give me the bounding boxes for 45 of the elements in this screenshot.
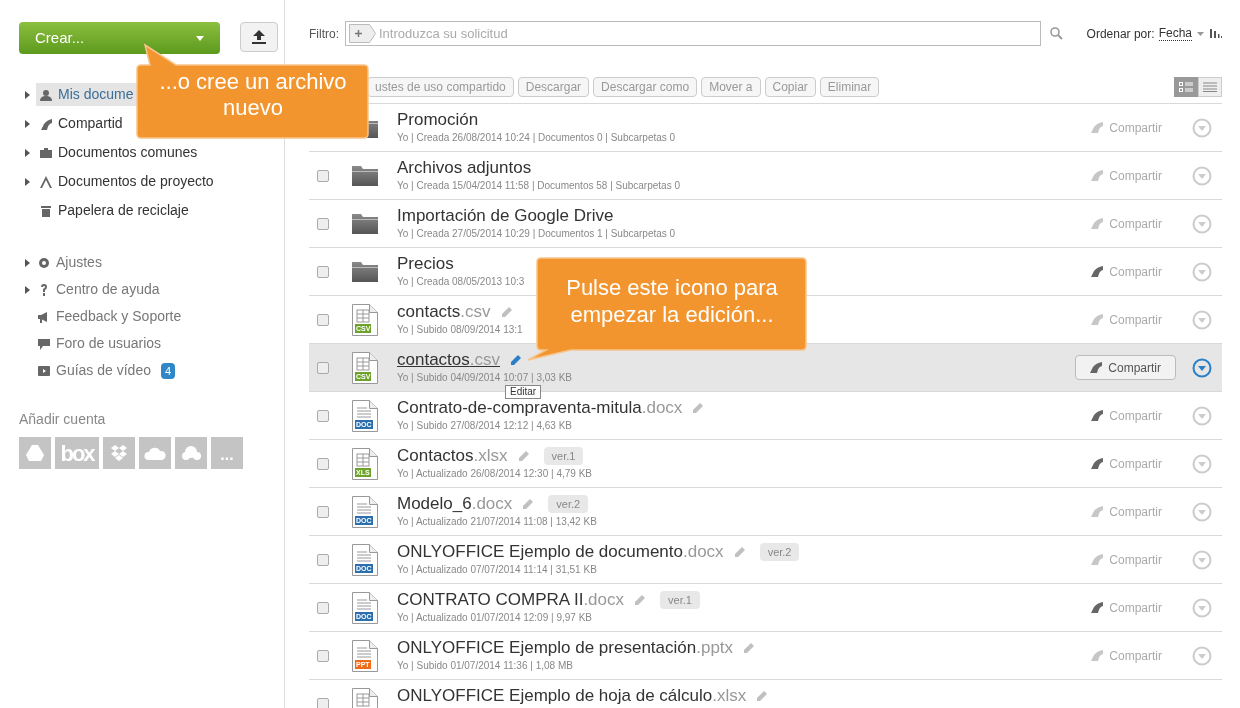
sidebar-item[interactable]: Papelera de reciclaje (36, 199, 197, 222)
file-name[interactable]: CONTRATO COMPRA II.docx (397, 589, 625, 611)
sidebar-link[interactable]: Ajustes (36, 252, 102, 273)
search-input[interactable]: Introduzca su solicitud (379, 23, 1040, 44)
sidebar-item[interactable]: Documentos comunes (36, 141, 206, 164)
edit-tooltip: Editar (505, 385, 542, 399)
file-details: Yo | Creada 08/05/2013 10:3 (397, 275, 525, 289)
file-name[interactable]: contacts.csv (397, 301, 491, 323)
sidebar-link[interactable]: Feedback y Soporte (36, 306, 182, 327)
file-name[interactable]: Contrato-de-compraventa-mitula.docx (397, 397, 683, 419)
file-name[interactable]: contactos.csv (397, 349, 500, 371)
sidebar-item[interactable]: Compartid (36, 112, 131, 135)
file-details: Yo | Actualizado 26/08/2014 12:30 | 4,79 KB (397, 467, 592, 481)
sidebar-link[interactable]: Guías de vídeo (36, 360, 151, 381)
sidebar-link[interactable]: Centro de ayuda (36, 279, 160, 300)
filter-field[interactable]: Introduzca su solicitud (345, 21, 1041, 46)
file-details: Yo | Subido 01/07/2014 11:36 | 1,08 MB (397, 659, 574, 673)
sort-dropdown[interactable]: Fecha (1158, 26, 1192, 41)
share-button[interactable]: Compartir (1075, 355, 1176, 380)
file-name[interactable]: ONLYOFFICE Ejemplo de hoja de cálculo.xlsx (397, 685, 747, 707)
file-name[interactable]: Promoción (397, 109, 479, 131)
file-name[interactable]: ONLYOFFICE Ejemplo de documento.docx (397, 541, 724, 563)
file-details: Yo | Creada 26/08/2014 10:24 | Documentos 0 | Subcarpetas 0 (397, 131, 676, 145)
file-details: Yo | Actualizado 01/07/2014 12:09 | 9,97 KB (397, 611, 593, 625)
file-name[interactable]: Archivos adjuntos (397, 157, 532, 179)
file-name[interactable]: Precios (397, 253, 454, 275)
file-details: Yo | Subido 04/09/2014 10:07 | 3,03 KB (397, 371, 572, 385)
count-badge: 4 (160, 362, 176, 379)
file-details: Yo | Creada 27/05/2014 10:29 | Documentos 1 | Subcarpetas 0 (397, 227, 676, 241)
file-details: Yo | Creada 15/04/2014 11:58 | Documentos 58 | Subcarpetas 0 (397, 179, 680, 193)
hint-tooltip: Pulse este icono para empezar la edición... (526, 256, 810, 362)
sort-label: Ordenar por: (1086, 25, 1155, 43)
file-details: Yo | Actualizado 07/07/2014 11:14 | 31,51 KB (397, 563, 598, 577)
file-details: Yo | Subido 08/09/2014 13:1 (397, 323, 523, 337)
file-name[interactable]: Importación de Google Drive (397, 205, 614, 227)
filter-label: Filtro: (309, 25, 339, 43)
file-name[interactable]: ONLYOFFICE Ejemplo de presentación.pptx (397, 637, 734, 659)
sidebar-link[interactable]: Foro de usuarios (36, 333, 162, 354)
file-name[interactable]: Contactos.xlsx (397, 445, 508, 467)
file-name[interactable]: Modelo_6.docx (397, 493, 513, 515)
hint-tooltip: ...o cree un archivo nuevo (136, 42, 370, 142)
section-title: Añadir cuenta (19, 410, 107, 429)
file-details: Yo | Subido 27/08/2014 12:12 | 4,63 KB (397, 419, 573, 433)
file-details: Yo | Actualizado 21/07/2014 11:08 | 13,42 KB (397, 515, 597, 529)
sidebar-item[interactable]: Documentos de proyecto (36, 170, 222, 193)
